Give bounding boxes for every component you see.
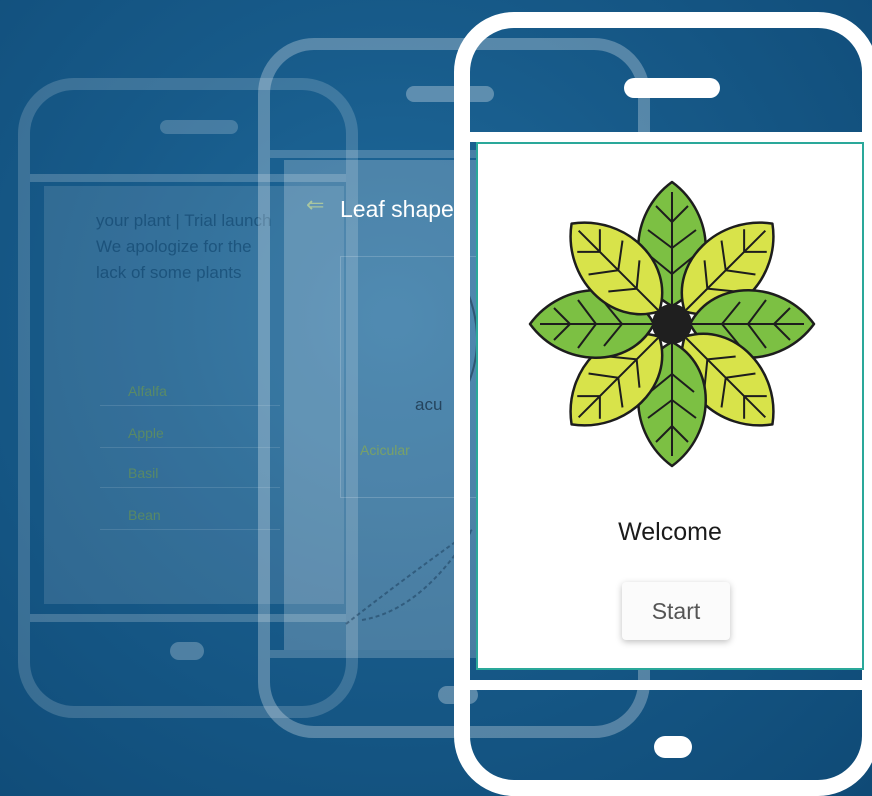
mid-phone-heading: Leaf shape (340, 196, 454, 222)
back-option-4: Bean (100, 500, 280, 530)
back-option-2: Apple (100, 418, 280, 448)
welcome-text: Welcome (618, 518, 722, 546)
mid-phone-option: Acicular (360, 442, 410, 458)
front-phone-home-button[interactable] (654, 736, 692, 758)
back-arrow-icon: ⇐ (306, 192, 325, 217)
back-option-3: Basil (100, 458, 280, 488)
start-button[interactable]: Start (622, 582, 730, 640)
front-phone-speaker (624, 78, 720, 98)
mid-phone-partial-label: acu (415, 395, 443, 414)
front-phone-frame: Welcome Start (454, 12, 872, 796)
front-phone-screen: Welcome Start (476, 142, 864, 670)
leaf-flower-logo-icon (528, 180, 816, 468)
back-phone-home-button (170, 642, 204, 660)
front-phone-top-divider (470, 132, 862, 142)
front-phone-bottom-divider (470, 680, 862, 690)
back-option-1: Alfalfa (100, 376, 280, 406)
back-phone-speaker (160, 120, 238, 134)
